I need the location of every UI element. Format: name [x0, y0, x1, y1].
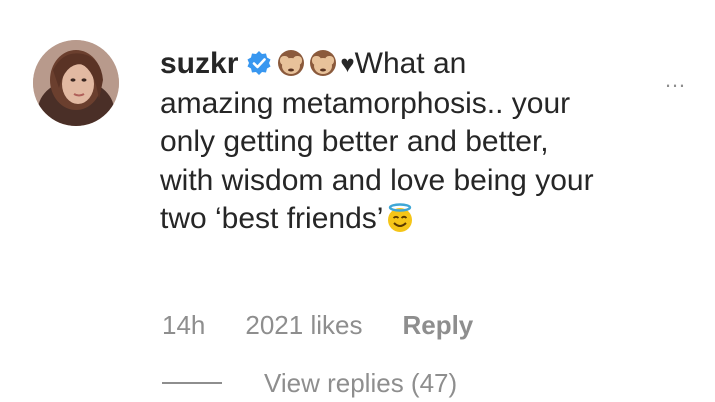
- see-no-evil-monkey-icon-2: [308, 48, 338, 78]
- likes-count[interactable]: 2021 likes: [245, 310, 362, 341]
- smiling-face-with-halo-icon: [385, 203, 415, 233]
- comment-time[interactable]: 14h: [162, 310, 205, 341]
- comment-meta: 14h 2021 likes Reply: [162, 310, 473, 341]
- see-no-evil-monkey-icon: [276, 48, 306, 78]
- verified-badge-icon: [246, 50, 272, 76]
- avatar-photo: [33, 40, 119, 126]
- comment-line-4: with wisdom and love being your: [160, 163, 594, 197]
- username-link[interactable]: suzkr: [160, 47, 238, 80]
- comment-text-5: two ‘best friends’: [160, 202, 384, 235]
- view-replies-label[interactable]: View replies (47): [264, 368, 457, 398]
- replies-divider: [162, 382, 222, 384]
- comment-body: suzkr ♥What an amazing metamorphosis.. yo…: [160, 45, 700, 239]
- comment-line-3: only getting better and better,: [160, 125, 549, 158]
- heart-icon: ♥: [340, 51, 355, 78]
- comment-line-2: amazing metamorphosis.. your: [160, 86, 571, 120]
- view-replies-button[interactable]: View replies (47): [162, 368, 457, 399]
- comment-line-5: two ‘best friends’: [160, 200, 700, 239]
- reply-button[interactable]: Reply: [402, 310, 473, 341]
- avatar[interactable]: [33, 40, 119, 126]
- comment: suzkr ♥What an amazing metamorphosis.. yo…: [0, 0, 715, 402]
- comment-text-1: What an: [354, 47, 467, 80]
- more-options-button[interactable]: …: [664, 69, 708, 91]
- comment-line-1: suzkr ♥What an: [160, 45, 700, 85]
